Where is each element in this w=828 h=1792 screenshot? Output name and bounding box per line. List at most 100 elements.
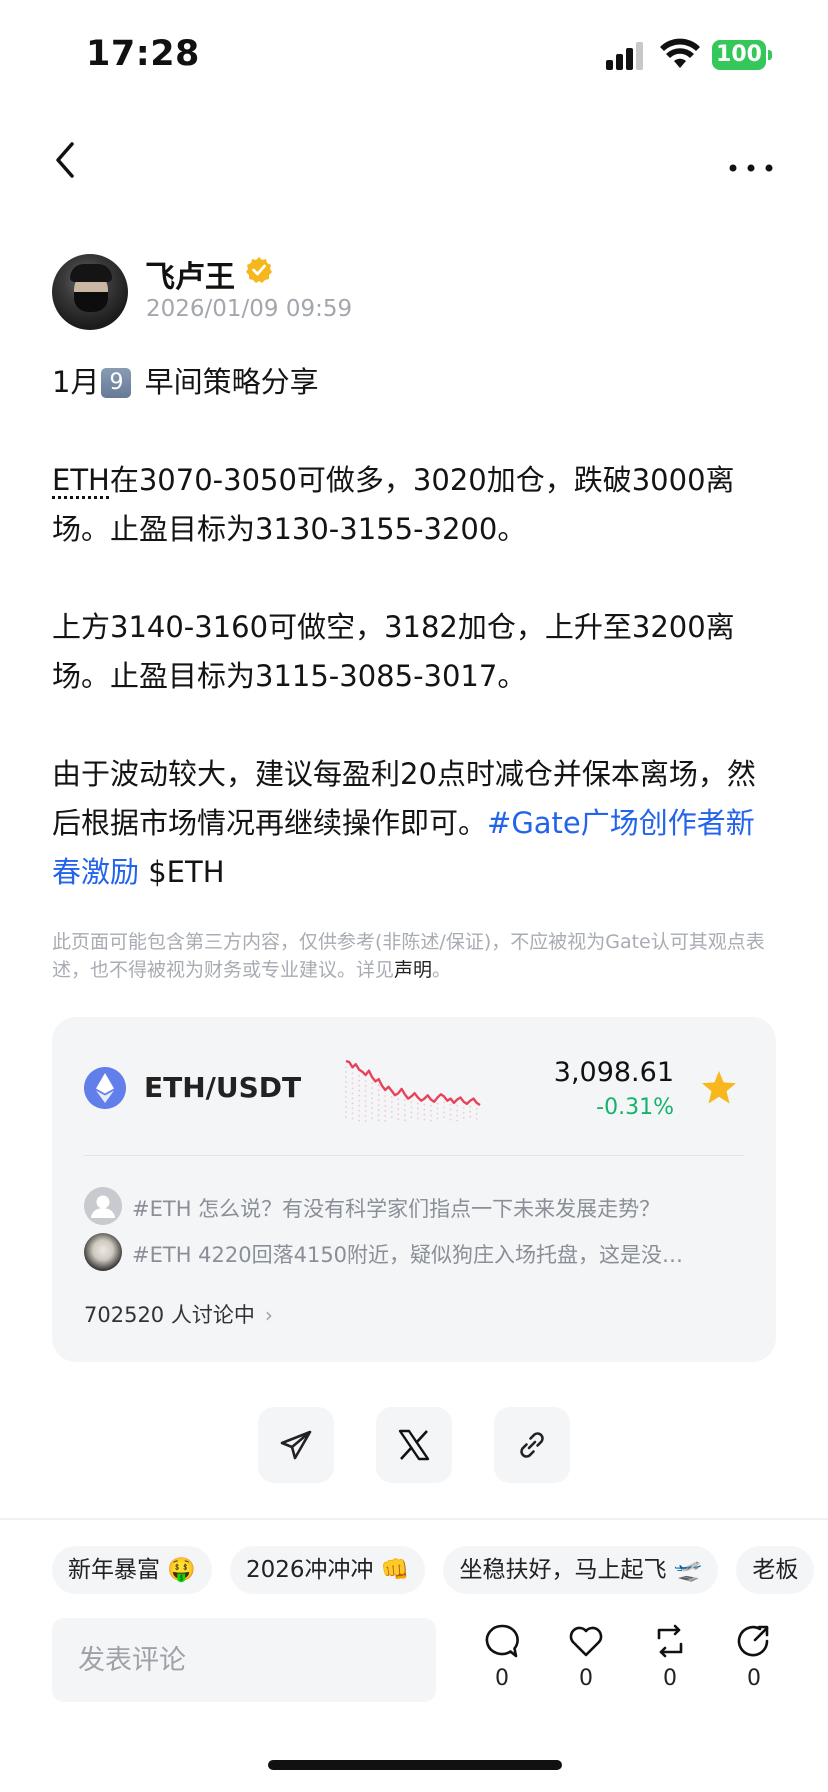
favorite-star-icon[interactable] [700, 1069, 738, 1107]
sparkline-fill-dot [384, 1100, 387, 1102]
sparkline-fill-dot [345, 1071, 347, 1073]
sparkline-fill-dot [371, 1107, 373, 1109]
share-x-button[interactable] [376, 1407, 452, 1483]
author-avatar[interactable] [52, 254, 128, 330]
topic-text: #ETH 4220回落4150附近，疑似狗庄入场托盘，这是没… [132, 1243, 684, 1267]
sparkline-fill-dot [456, 1119, 458, 1122]
post-paragraph-long: ETH在3070-3050可做多，3020加仓，跌破3000离场。止盈目标为31… [52, 456, 782, 554]
sparkline-fill-dot [377, 1089, 380, 1092]
quick-reply-chips: 新年暴富 🤑 2026冲冲冲 👊 坐稳扶好，马上起飞 🛫 老板 [52, 1546, 828, 1594]
sparkline-fill-dot [377, 1119, 380, 1122]
sparkline-fill-dot [351, 1082, 354, 1085]
sparkline-fill-dot [390, 1096, 393, 1098]
share-count: 0 [747, 1666, 761, 1691]
verified-badge-icon [246, 257, 272, 283]
share-button[interactable]: 0 [729, 1622, 779, 1702]
back-button[interactable] [48, 136, 88, 184]
post-timestamp: 2026/01/09 09:59 [146, 296, 353, 322]
sparkline-fill-dot [423, 1113, 426, 1116]
sparkline-fill-dot [449, 1118, 452, 1121]
topic-text: #ETH 怎么说？有没有科学家们指点一下未来发展走势？ [132, 1197, 661, 1221]
disclaimer-statement-link[interactable]: 声明 [394, 959, 432, 981]
sparkline-fill-dot [403, 1104, 406, 1107]
author-name[interactable]: 飞卢王 [145, 252, 235, 296]
sparkline-fill-dot [430, 1109, 432, 1112]
price-value: 3,098.61 [553, 1057, 674, 1088]
comment-button[interactable]: 0 [477, 1622, 527, 1702]
sparkline-fill-dot [351, 1097, 354, 1100]
copy-link-button[interactable] [494, 1407, 570, 1483]
topic-item[interactable]: #ETH 4220回落4150附近，疑似狗庄入场托盘，这是没… [84, 1233, 744, 1271]
sparkline-fill-dot [371, 1097, 373, 1099]
quick-reply-chip[interactable]: 坐稳扶好，马上起飞 🛫 [443, 1546, 719, 1594]
battery-level: 100 [712, 40, 766, 70]
sparkline-fill-dot [371, 1092, 373, 1094]
sparkline-fill-dot [364, 1090, 367, 1092]
sparkline-fill-dot [397, 1118, 400, 1121]
sparkline-fill-dot [364, 1095, 367, 1097]
sparkline-fill-dot [358, 1099, 360, 1102]
cellular-signal-icon [606, 42, 643, 70]
telegram-icon [280, 1430, 312, 1460]
repost-icon [657, 1624, 683, 1658]
price-sparkline [345, 1059, 481, 1122]
sparkline-fill-dot [462, 1106, 465, 1109]
discussion-count: 702520 人讨论中 [84, 1303, 255, 1327]
sparkline-fill-dot [443, 1106, 445, 1109]
post-paragraph-long-text: 在3070-3050可做多，3020加仓，跌破3000离场。止盈目标为3130-… [52, 463, 735, 546]
sparkline-fill-dot [351, 1117, 354, 1120]
card-divider [84, 1155, 744, 1156]
sparkline-fill-dot [417, 1102, 419, 1105]
market-card[interactable]: ETH/USDT 3,098.61 -0.31% #ETH 怎么说？有没有科学家… [52, 1017, 776, 1362]
sparkline-fill-dot [358, 1079, 360, 1082]
sparkline-fill-dot [371, 1087, 373, 1089]
sparkline-fill-dot [430, 1114, 432, 1117]
sparkline-fill-dot [456, 1104, 458, 1107]
sparkline-fill-dot [469, 1105, 472, 1108]
sparkline-fill-dot [377, 1094, 380, 1097]
battery-icon: 100 [712, 40, 772, 70]
sparkline-line [345, 1059, 481, 1107]
cashtag-link[interactable]: $ETH [139, 855, 224, 889]
quick-reply-chip[interactable]: 2026冲冲冲 👊 [229, 1546, 426, 1594]
repost-button[interactable]: 0 [645, 1622, 695, 1702]
status-bar: 17:28 100 [0, 0, 828, 108]
comment-input[interactable] [52, 1618, 436, 1702]
sparkline-fill-dot [345, 1086, 347, 1088]
disclaimer: 此页面可能包含第三方内容，仅供参考(非陈述/保证)，不应被视为Gate认可其观点… [52, 928, 782, 984]
sparkline-fill-dot [364, 1085, 367, 1087]
sparkline-fill-dot [449, 1113, 452, 1116]
author-header: 飞卢王 2026/01/09 09:59 [50, 250, 770, 330]
sparkline-fill-dot [410, 1106, 413, 1109]
sparkline-fill-dot [475, 1108, 478, 1110]
post-content: 1月 9 早间策略分享 ETH在3070-3050可做多，3020加仓，跌破300… [52, 358, 782, 897]
sparkline-fill-dot [397, 1103, 400, 1106]
like-button[interactable]: 0 [561, 1622, 611, 1702]
sparkline-fill-dot [377, 1109, 380, 1112]
sparkline-fill-dot [351, 1077, 354, 1080]
sparkline-fill-dot [436, 1112, 439, 1115]
topic-item[interactable]: #ETH 怎么说？有没有科学家们指点一下未来发展走势？ [84, 1187, 744, 1225]
sparkline-fill-dot [410, 1111, 413, 1114]
keycap-nine-emoji: 9 [101, 368, 132, 398]
sparkline-fill-dot [358, 1114, 360, 1117]
discussion-count-link[interactable]: 702520 人讨论中 › [84, 1299, 273, 1329]
sparkline-fill-dot [345, 1101, 347, 1103]
top-nav [0, 128, 828, 192]
eth-ticker-link[interactable]: ETH [52, 463, 110, 497]
share-telegram-button[interactable] [258, 1407, 334, 1483]
link-icon [520, 1432, 544, 1458]
more-options-button[interactable] [726, 136, 776, 184]
sparkline-fill-dot [371, 1117, 373, 1119]
quick-reply-chip[interactable]: 老板 [736, 1546, 815, 1594]
sparkline-fill-dot [397, 1113, 400, 1116]
sparkline-fill-dot [403, 1119, 406, 1122]
sparkline-fill-dot [403, 1099, 406, 1102]
quick-reply-chip[interactable]: 新年暴富 🤑 [52, 1546, 212, 1594]
sparkline-fill-dot [443, 1111, 445, 1114]
sparkline-fill-dot [456, 1114, 458, 1117]
sparkline-fill-dot [345, 1116, 347, 1118]
sparkline-fill-dot [364, 1120, 367, 1122]
share-icon [737, 1625, 769, 1657]
comment-count: 0 [495, 1666, 509, 1691]
